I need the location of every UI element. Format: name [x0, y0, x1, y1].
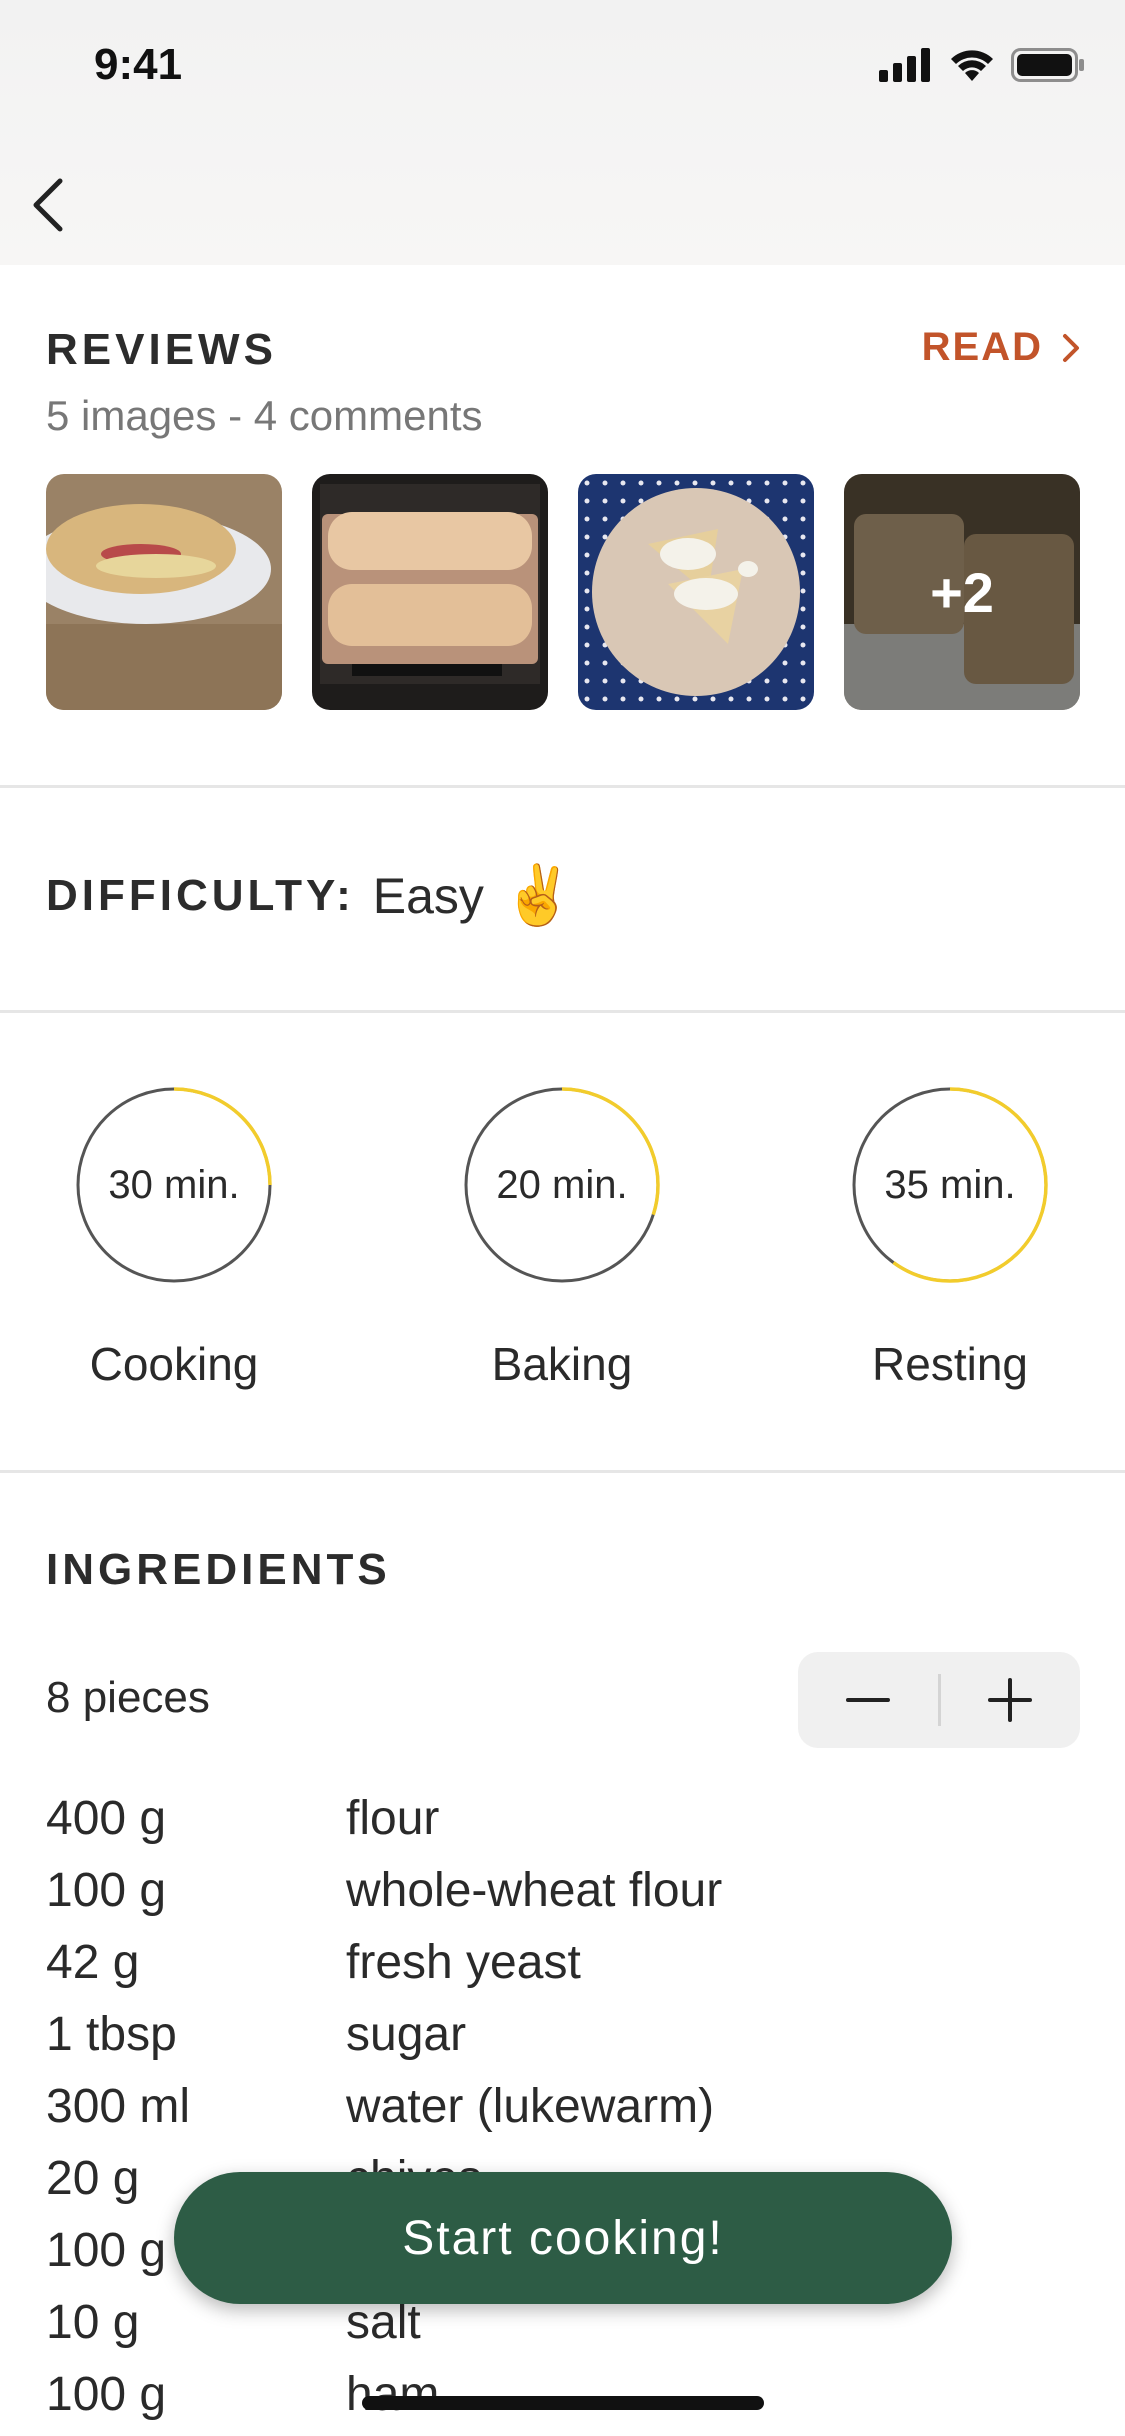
review-thumbnails: +2: [46, 474, 1080, 710]
ingredient-name: sugar: [346, 2007, 467, 2061]
review-image-more[interactable]: +2: [844, 474, 1080, 710]
ingredient-name: water (lukewarm): [346, 2079, 715, 2133]
signal-icon: [879, 48, 930, 82]
divider: [0, 1470, 1125, 1473]
status-time: 9:41: [94, 40, 183, 89]
difficulty-label: DIFFICULTY:: [46, 871, 355, 920]
ingredient-row: 100 g ham: [46, 2358, 722, 2430]
ingredient-name: fresh yeast: [346, 1935, 581, 1989]
timer-resting: 35 min. Resting: [800, 1085, 1100, 1391]
ingredient-row: 300 ml water (lukewarm): [46, 2070, 722, 2142]
reviews-subtitle: 5 images - 4 comments: [46, 392, 483, 439]
ingredient-amount: 300 ml: [46, 2079, 191, 2133]
difficulty-value: Easy: [372, 868, 484, 924]
divider: [0, 785, 1125, 788]
timer-label: Cooking: [89, 1338, 259, 1390]
timer-cooking: 30 min. Cooking: [24, 1085, 324, 1391]
ingredient-amount: 400 g: [46, 1791, 167, 1845]
start-cooking-button[interactable]: Start cooking!: [174, 2172, 952, 2304]
battery-icon: [1011, 48, 1084, 82]
timer-ring: 20 min.: [462, 1085, 662, 1285]
chevron-left-icon: [33, 178, 63, 232]
servings-count: 8 pieces: [46, 1673, 210, 1722]
ingredient-row: 42 g fresh yeast: [46, 1926, 722, 1998]
read-reviews-link[interactable]: READ: [922, 325, 1081, 370]
difficulty-row: DIFFICULTY: Easy ✌️: [46, 862, 574, 930]
ingredient-amount: 1 tbsp: [46, 2007, 177, 2061]
ingredient-row: 1 tbsp sugar: [46, 1998, 722, 2070]
ingredient-amount: 42 g: [46, 1935, 140, 1989]
home-indicator: [362, 2396, 764, 2410]
decrease-button[interactable]: [798, 1652, 938, 1748]
ingredient-name: flour: [346, 1791, 440, 1845]
header-bar: 9:41: [0, 0, 1125, 265]
ingredient-name: whole-wheat flour: [346, 1863, 723, 1917]
reviews-title: REVIEWS: [46, 325, 277, 374]
timer-value: 30 min.: [108, 1162, 240, 1207]
increase-button[interactable]: [941, 1652, 1081, 1748]
ingredient-amount: 100 g: [46, 2367, 167, 2421]
divider: [0, 1010, 1125, 1013]
timer-value: 20 min.: [496, 1162, 628, 1207]
ingredient-row: 100 g whole-wheat flour: [46, 1854, 722, 1926]
read-label: READ: [921, 325, 1043, 369]
more-images-count: +2: [930, 560, 994, 624]
victory-hand-icon: ✌️: [501, 863, 575, 928]
ingredients-list: 400 g flour 100 g whole-wheat flour 42 g fr…: [46, 1782, 722, 2430]
review-image-1[interactable]: [46, 474, 282, 710]
back-button[interactable]: [18, 170, 78, 240]
timer-ring: 35 min.: [850, 1085, 1050, 1285]
servings-stepper: [798, 1652, 1080, 1748]
ingredient-amount: 100 g: [46, 1863, 167, 1917]
status-icons: [879, 48, 1085, 82]
minus-icon: [845, 1698, 890, 1702]
chevron-right-icon: [1063, 333, 1079, 362]
timer-label: Baking: [491, 1338, 633, 1390]
ingredient-row: 400 g flour: [46, 1782, 722, 1854]
plus-icon: [988, 1678, 1033, 1722]
wifi-icon: [951, 50, 993, 81]
timer-ring: 30 min.: [74, 1085, 274, 1285]
timer-value: 35 min.: [884, 1162, 1016, 1207]
ingredient-name: ham: [346, 2367, 440, 2421]
review-image-2[interactable]: [312, 474, 548, 710]
review-image-3[interactable]: [578, 474, 814, 710]
timer-baking: 20 min. Baking: [412, 1085, 712, 1391]
timer-label: Resting: [872, 1338, 1028, 1390]
ingredients-title: INGREDIENTS: [46, 1545, 391, 1594]
